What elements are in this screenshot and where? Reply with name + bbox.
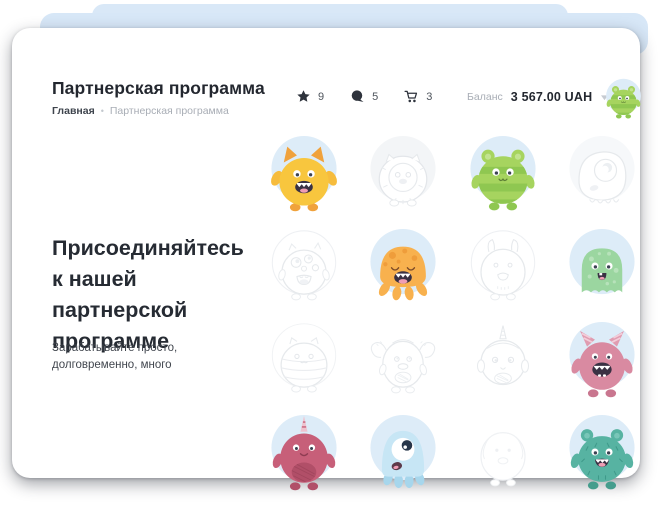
breadcrumb: Главная • Партнерская программа <box>52 105 229 117</box>
header-stats: 9 5 3 <box>296 89 432 104</box>
cart-stat[interactable]: 3 <box>404 89 432 104</box>
messages-count: 5 <box>372 91 378 103</box>
user-avatar[interactable] <box>600 75 647 122</box>
monster-sketch-unicorn <box>453 312 553 405</box>
monster-sketch-striped-cat <box>254 312 354 405</box>
cart-icon <box>404 89 419 104</box>
breadcrumb-current: Партнерская программа <box>110 105 229 117</box>
balance-value: 3 567.00 UAH <box>511 90 593 104</box>
monster-sketch-floppy-ear <box>354 312 454 405</box>
monster-sketch-horned <box>453 219 553 312</box>
balance-label: Баланс <box>467 91 503 103</box>
balance-dropdown[interactable]: Баланс 3 567.00 UAH <box>467 90 609 104</box>
page: Партнерская программа Главная • Партнерс… <box>0 0 660 523</box>
main-card: Партнерская программа Главная • Партнерс… <box>12 28 640 478</box>
monster-orange-octopus <box>354 219 454 312</box>
monster-green-spotted-ghost <box>553 219 653 312</box>
monster-yellow-horned <box>254 126 354 219</box>
monster-sketch-cyclops <box>553 126 653 219</box>
monster-sketch-multi-eye <box>254 219 354 312</box>
breadcrumb-home-link[interactable]: Главная <box>52 105 95 117</box>
star-icon <box>296 89 311 104</box>
messages-stat[interactable]: 5 <box>350 89 378 104</box>
monster-sketch-hedgehog <box>354 126 454 219</box>
green-monster-avatar-icon <box>600 75 647 122</box>
page-title: Партнерская программа <box>52 78 265 99</box>
cart-count: 3 <box>426 91 432 103</box>
monster-pink-horned <box>553 312 653 405</box>
hero-heading: Присоединяйтесь к нашей партнерской прог… <box>52 233 260 357</box>
breadcrumb-separator: • <box>101 106 104 116</box>
monster-rose-narwhal <box>254 405 354 498</box>
monster-gallery <box>254 126 652 498</box>
monster-sketch-faint <box>453 405 553 498</box>
hero-subheading: Зарабатывайте просто, долговременно, мно… <box>52 340 202 374</box>
monster-green-striped-bear <box>453 126 553 219</box>
favorites-stat[interactable]: 9 <box>296 89 324 104</box>
favorites-count: 9 <box>318 91 324 103</box>
monster-blue-cyclops-squid <box>354 405 454 498</box>
chat-icon <box>350 89 365 104</box>
monster-teal-furry <box>553 405 653 498</box>
